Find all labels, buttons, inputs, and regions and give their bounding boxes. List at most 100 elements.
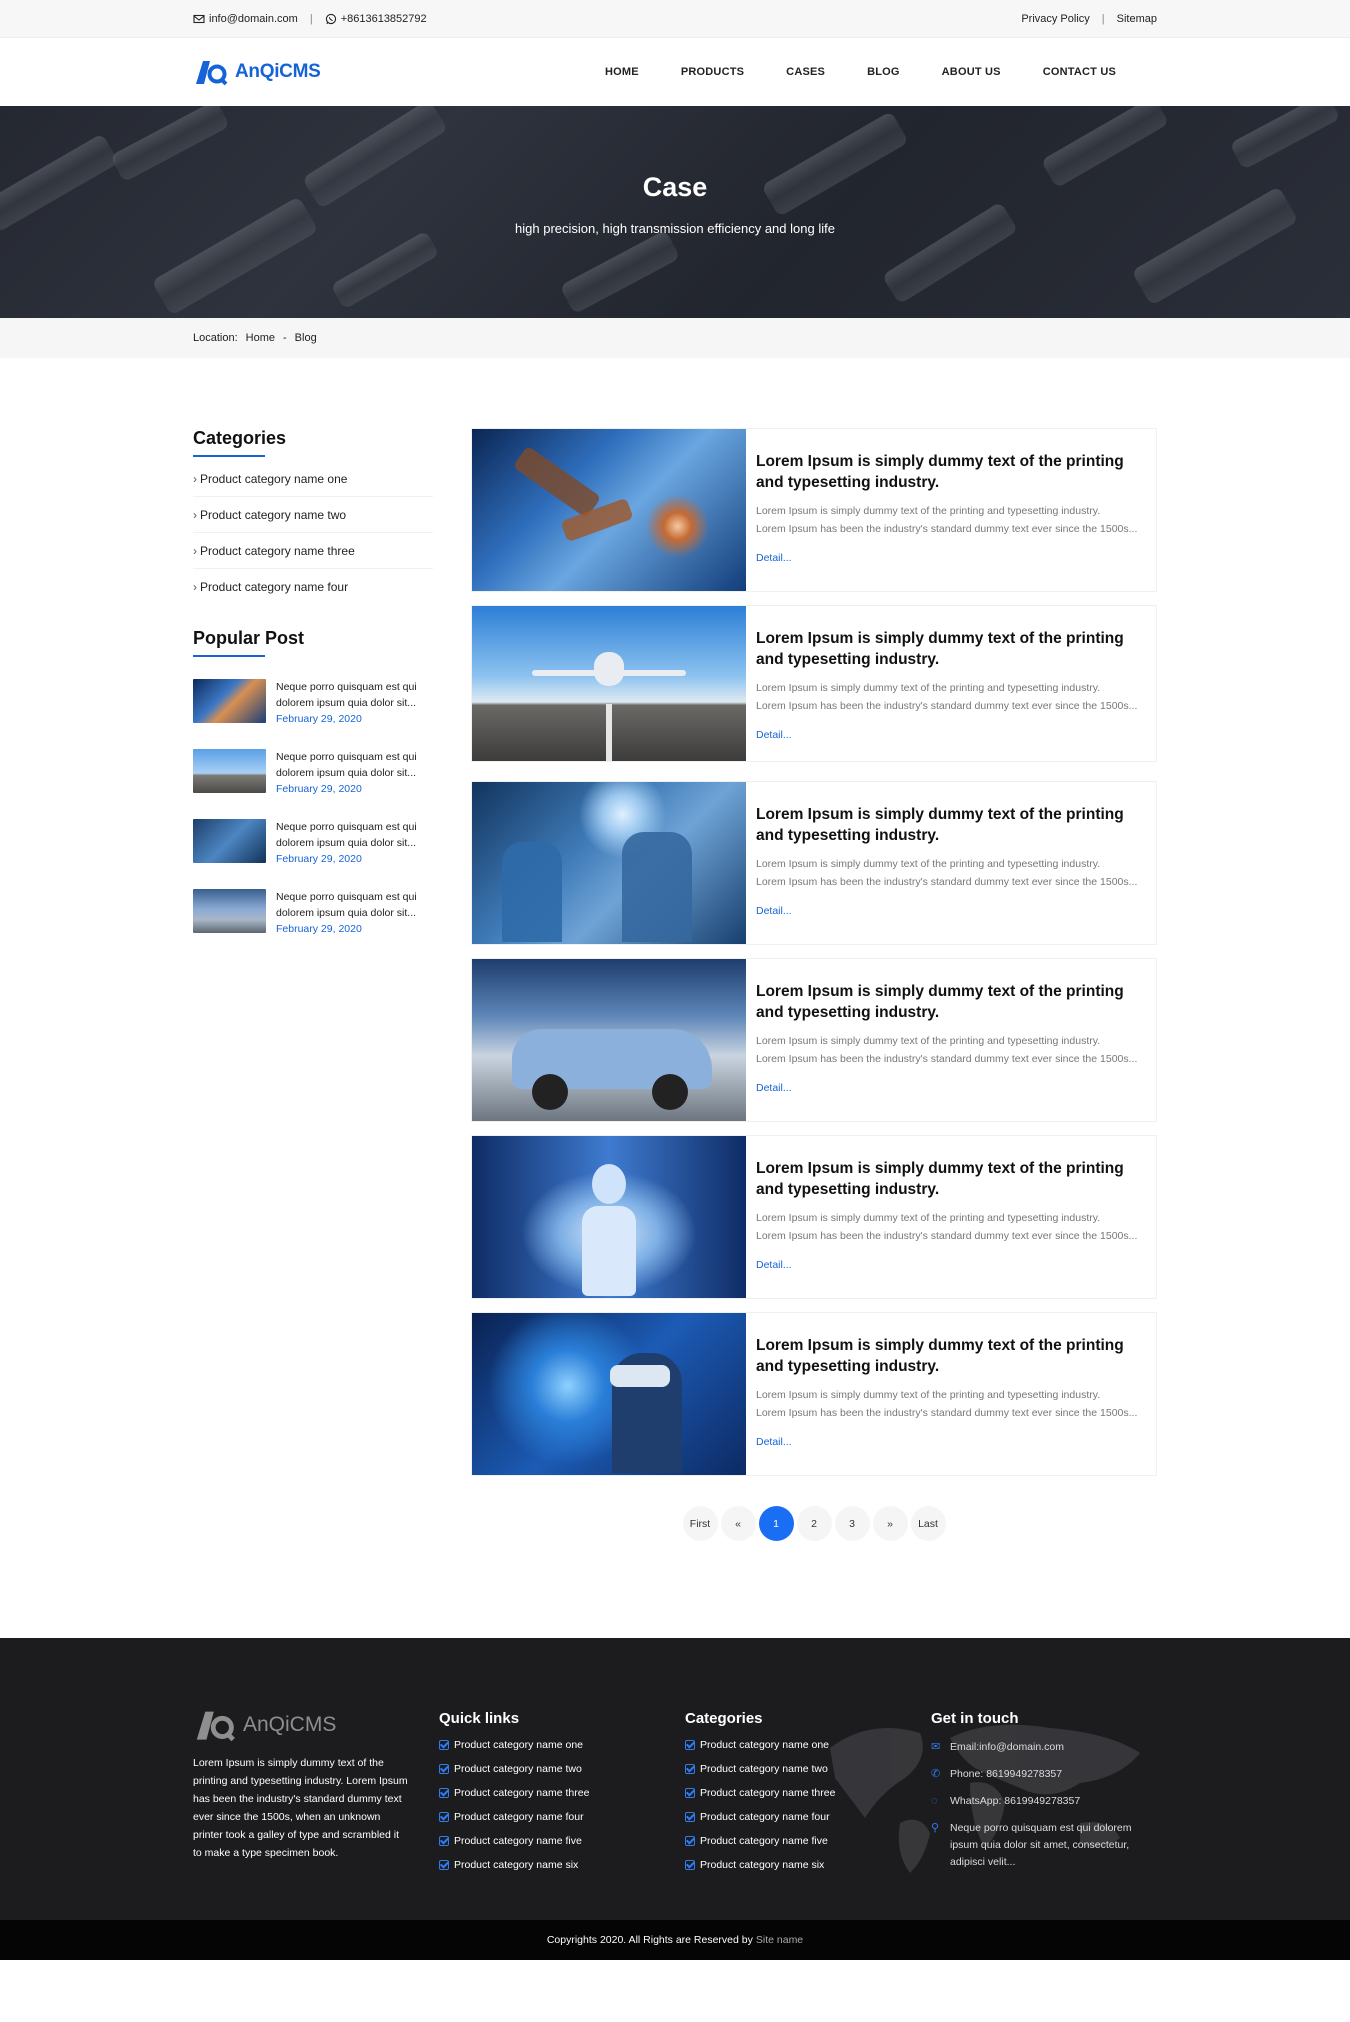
breadcrumb-current[interactable]: Blog [295,332,317,344]
popular-post-text[interactable]: Neque porro quisquam est qui dolorem ips… [276,819,433,851]
post-detail-link[interactable]: Detail... [756,905,792,917]
post-title[interactable]: Lorem Ipsum is simply dummy text of the … [756,1158,1146,1200]
post-card[interactable]: Lorem Ipsum is simply dummy text of the … [471,605,1157,762]
post-card[interactable]: Lorem Ipsum is simply dummy text of the … [471,781,1157,945]
post-card[interactable]: Lorem Ipsum is simply dummy text of the … [471,1312,1157,1476]
post-card[interactable]: Lorem Ipsum is simply dummy text of the … [471,958,1157,1122]
popular-post-text[interactable]: Neque porro quisquam est qui dolorem ips… [276,679,433,711]
pagination-page-1[interactable]: 1 [758,1506,794,1541]
post-title[interactable]: Lorem Ipsum is simply dummy text of the … [756,804,1146,846]
breadcrumb-label: Location: [193,332,238,344]
footer-whatsapp[interactable]: ◌ WhatsApp: 8619949278357 [931,1793,1157,1810]
checkbox-icon [439,1788,449,1798]
popular-post-text[interactable]: Neque porro quisquam est qui dolorem ips… [276,889,433,921]
post-image-car[interactable] [472,959,746,1121]
nav-cases[interactable]: CASES [765,66,846,78]
privacy-policy-link[interactable]: Privacy Policy [1021,13,1089,25]
footer-category-item[interactable]: Product category name two [685,1763,931,1775]
quick-link-item[interactable]: Product category name five [439,1835,685,1847]
quick-link-item[interactable]: Product category name four [439,1811,685,1823]
pagination-last[interactable]: Last [910,1506,946,1541]
post-image-surgery[interactable] [472,782,746,944]
footer-category-item[interactable]: Product category name five [685,1835,931,1847]
post-title[interactable]: Lorem Ipsum is simply dummy text of the … [756,1335,1146,1377]
pagination-page-3[interactable]: 3 [834,1506,870,1541]
post-excerpt: Lorem Ipsum is simply dummy text of the … [756,682,1101,694]
checkbox-icon [685,1860,695,1870]
popular-post-item[interactable]: Neque porro quisquam est qui dolorem ips… [193,749,433,805]
popular-post-thumbnail[interactable] [193,819,266,863]
page-subtitle: high precision, high transmission effici… [515,221,835,236]
copyright-text: Copyrights 2020. All Rights are Reserved… [546,1934,753,1946]
category-list: › Product category name one › Product cate… [193,461,433,604]
popular-post-text[interactable]: Neque porro quisquam est qui dolorem ips… [276,749,433,781]
post-title[interactable]: Lorem Ipsum is simply dummy text of the … [756,628,1146,670]
post-image-humanoid-robot[interactable] [472,1136,746,1298]
chevron-right-icon: › [193,580,197,594]
post-detail-link[interactable]: Detail... [756,729,792,741]
post-detail-link[interactable]: Detail... [756,1436,792,1448]
popular-post-item[interactable]: Neque porro quisquam est qui dolorem ips… [193,679,433,735]
footer-phone[interactable]: ✆ Phone: 8619949278357 [931,1766,1157,1783]
post-card[interactable]: Lorem Ipsum is simply dummy text of the … [471,1135,1157,1299]
popular-post-thumbnail[interactable] [193,889,266,933]
quick-link-item[interactable]: Product category name two [439,1763,685,1775]
pagination-page-2[interactable]: 2 [796,1506,832,1541]
main-nav: HOME PRODUCTS CASES BLOG ABOUT US CONTAC… [584,66,1137,78]
popular-post-item[interactable]: Neque porro quisquam est qui dolorem ips… [193,819,433,875]
location-pin-icon: ⚲ [931,1822,940,1834]
breadcrumb-home[interactable]: Home [246,332,275,344]
site-logo[interactable]: AnQiCMS [193,58,321,86]
post-excerpt: Lorem Ipsum is simply dummy text of the … [756,1212,1101,1224]
category-item[interactable]: › Product category name three [193,533,433,569]
chevron-right-icon: › [193,472,197,486]
footer-category-item[interactable]: Product category name one [685,1739,931,1751]
footer-email[interactable]: ✉ Email:info@domain.com [931,1739,1157,1756]
popular-post-item[interactable]: Neque porro quisquam est qui dolorem ips… [193,889,433,945]
post-image-robot-arm[interactable] [472,429,746,591]
footer-about: AnQiCMS Lorem Ipsum is simply dummy text… [193,1708,439,1883]
footer-category-item[interactable]: Product category name four [685,1811,931,1823]
post-detail-link[interactable]: Detail... [756,1082,792,1094]
post-title[interactable]: Lorem Ipsum is simply dummy text of the … [756,981,1146,1023]
footer-category-item[interactable]: Product category name six [685,1859,931,1871]
quick-link-item[interactable]: Product category name three [439,1787,685,1799]
footer-logo[interactable]: AnQiCMS [193,1708,439,1742]
post-excerpt: Lorem Ipsum is simply dummy text of the … [756,858,1101,870]
pagination-first[interactable]: First [682,1506,718,1541]
pagination-prev[interactable]: « [720,1506,756,1541]
popular-post-thumbnail[interactable] [193,679,266,723]
phone-contact[interactable]: +8613613852792 [325,13,427,25]
email-contact[interactable]: info@domain.com [193,13,298,25]
nav-about-us[interactable]: ABOUT US [921,66,1022,78]
footer-about-text: Lorem Ipsum is simply dummy text of the … [193,1757,408,1859]
category-item[interactable]: › Product category name four [193,569,433,604]
post-excerpt: Lorem Ipsum is simply dummy text of the … [756,505,1101,517]
checkbox-icon [685,1788,695,1798]
nav-blog[interactable]: BLOG [846,66,921,78]
pagination-next[interactable]: » [872,1506,908,1541]
post-excerpt: Lorem Ipsum has been the industry's stan… [756,1052,1138,1065]
checkbox-icon [685,1764,695,1774]
logo-mark-icon [196,61,228,86]
category-item[interactable]: › Product category name one [193,461,433,497]
nav-home[interactable]: HOME [584,66,660,78]
post-excerpt: Lorem Ipsum is simply dummy text of the … [756,1389,1101,1401]
post-image-airplane[interactable] [472,606,746,761]
post-title[interactable]: Lorem Ipsum is simply dummy text of the … [756,451,1146,493]
mail-icon [193,14,205,24]
footer-category-item[interactable]: Product category name three [685,1787,931,1799]
quick-link-item[interactable]: Product category name one [439,1739,685,1751]
popular-post-thumbnail[interactable] [193,749,266,793]
post-detail-link[interactable]: Detail... [756,552,792,564]
post-detail-link[interactable]: Detail... [756,1259,792,1271]
post-image-vr-headset[interactable] [472,1313,746,1475]
quick-link-item[interactable]: Product category name six [439,1859,685,1871]
nav-products[interactable]: PRODUCTS [660,66,765,78]
sitemap-link[interactable]: Sitemap [1117,13,1157,25]
category-item[interactable]: › Product category name two [193,497,433,533]
topbar-separator: | [309,13,313,25]
nav-contact-us[interactable]: CONTACT US [1022,66,1137,78]
post-card[interactable]: Lorem Ipsum is simply dummy text of the … [471,428,1157,592]
site-name-link[interactable]: Site name [756,1934,803,1946]
